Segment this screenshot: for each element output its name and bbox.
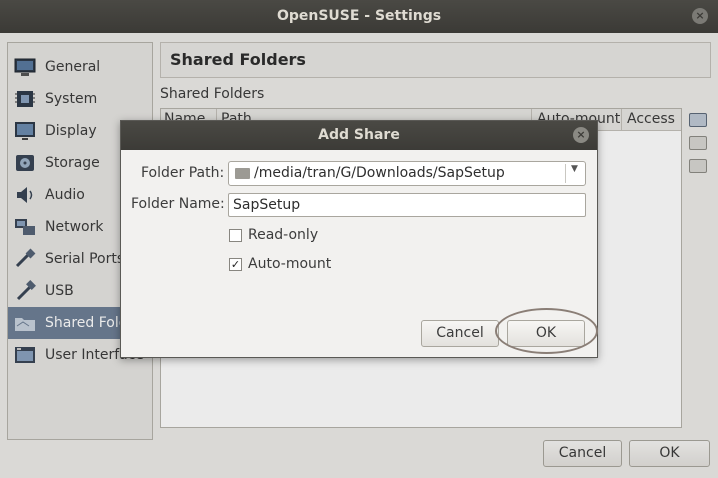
read-only-label[interactable]: Read-only — [248, 227, 318, 243]
add-share-dialog: Add Share × Folder Path: /media/tran/G/D… — [120, 120, 598, 358]
dialog-close-icon[interactable]: × — [573, 127, 589, 143]
ok-highlight-ring — [495, 308, 598, 354]
window-titlebar: OpenSUSE - Settings × — [0, 0, 718, 33]
folder-icon — [235, 168, 250, 179]
dialog-title: Add Share — [318, 127, 400, 143]
folder-path-combobox[interactable]: /media/tran/G/Downloads/SapSetup ▼ — [228, 161, 586, 186]
folder-name-label: Folder Name: — [131, 196, 225, 212]
read-only-checkbox[interactable] — [229, 229, 242, 242]
auto-mount-label[interactable]: Auto-mount — [248, 256, 331, 272]
window-close-icon[interactable]: × — [692, 8, 708, 24]
dialog-titlebar: Add Share × — [121, 121, 597, 150]
window-title: OpenSUSE - Settings — [276, 8, 442, 24]
folder-name-field[interactable]: SapSetup — [228, 193, 586, 217]
combo-divider — [565, 164, 566, 183]
folder-path-value: /media/tran/G/Downloads/SapSetup — [254, 165, 505, 181]
folder-path-label: Folder Path: — [141, 165, 225, 181]
auto-mount-checkbox[interactable]: ✓ — [229, 258, 242, 271]
chevron-down-icon[interactable]: ▼ — [571, 164, 578, 174]
dialog-cancel-button[interactable]: Cancel — [421, 320, 499, 347]
